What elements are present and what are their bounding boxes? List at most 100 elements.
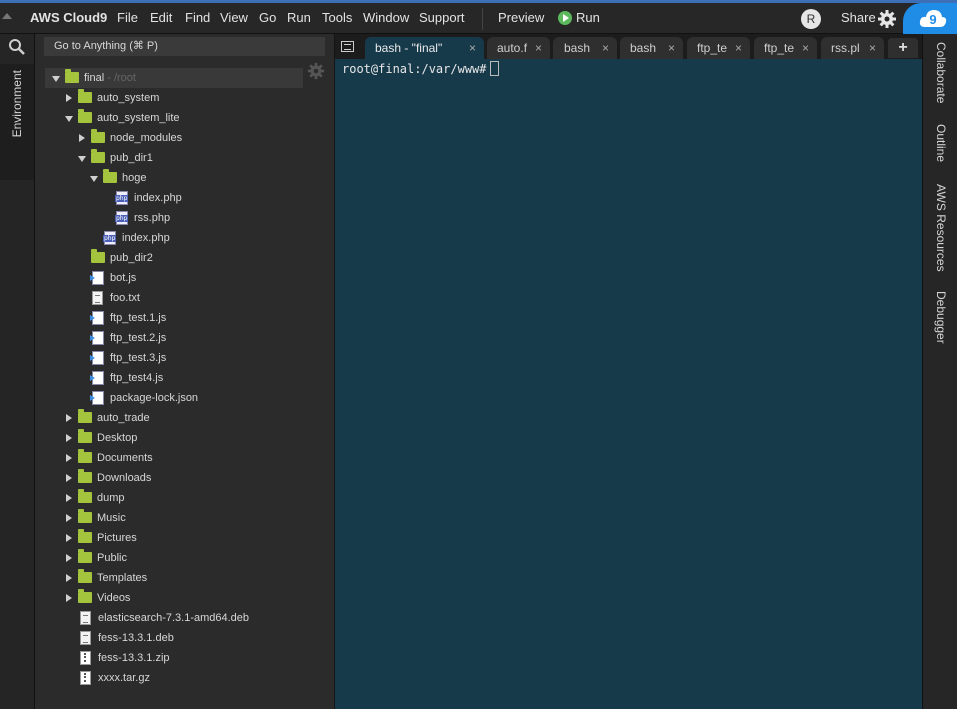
- expanded-arrow-icon[interactable]: [78, 156, 86, 162]
- collapsed-arrow-icon[interactable]: [66, 414, 72, 422]
- search-icon[interactable]: [8, 38, 26, 56]
- tab-close-icon[interactable]: ×: [869, 37, 876, 59]
- tab-outline[interactable]: Outline: [934, 124, 948, 162]
- collapsed-arrow-icon[interactable]: [66, 574, 72, 582]
- tree-item[interactable]: fess-13.3.1.deb: [35, 628, 335, 648]
- tree-item-label: auto_system_lite: [97, 112, 180, 124]
- tab-label: ftp_te: [697, 41, 728, 55]
- menu-go[interactable]: Go: [259, 3, 276, 34]
- tree-item[interactable]: Public: [35, 548, 335, 568]
- tab-close-icon[interactable]: ×: [602, 37, 609, 59]
- tab-debugger[interactable]: Debugger: [934, 291, 948, 344]
- new-tab-button[interactable]: +: [888, 38, 918, 58]
- tree-item[interactable]: Music: [35, 508, 335, 528]
- menu-find[interactable]: Find: [185, 3, 210, 34]
- folder-icon: [78, 489, 92, 503]
- tab-bash-final[interactable]: bash - "final" ×: [365, 37, 484, 60]
- collapsed-arrow-icon[interactable]: [66, 454, 72, 462]
- tree-item[interactable]: Templates: [35, 568, 335, 588]
- tree-item[interactable]: dump: [35, 488, 335, 508]
- avatar[interactable]: R: [801, 9, 821, 29]
- tree-item[interactable]: package-lock.json: [35, 388, 335, 408]
- tree-item[interactable]: auto_system: [35, 88, 335, 108]
- tab-close-icon[interactable]: ×: [668, 37, 675, 59]
- tree-item-label: ftp_test.2.js: [110, 332, 167, 344]
- menu-file[interactable]: File: [117, 3, 138, 34]
- collapsed-arrow-icon[interactable]: [66, 534, 72, 542]
- menu-edit[interactable]: Edit: [150, 3, 172, 34]
- tab-label: bash: [564, 41, 591, 55]
- tree-item[interactable]: pub_dir1: [35, 148, 335, 168]
- collapsed-arrow-icon[interactable]: [66, 514, 72, 522]
- goto-anything-input[interactable]: Go to Anything (⌘ P): [44, 37, 325, 56]
- collapsed-arrow-icon[interactable]: [66, 474, 72, 482]
- tab-collaborate[interactable]: Collaborate: [934, 42, 948, 103]
- tree-item[interactable]: pub_dir2: [35, 248, 335, 268]
- tree-item[interactable]: foo.txt: [35, 288, 335, 308]
- tree-item[interactable]: xxxx.tar.gz: [35, 668, 335, 688]
- tab-bash[interactable]: bash ×: [553, 37, 617, 60]
- tree-item[interactable]: Videos: [35, 588, 335, 608]
- menu-support[interactable]: Support: [419, 3, 465, 34]
- file-icon: [80, 631, 91, 645]
- terminal-pane[interactable]: root@final:/var/www#: [335, 59, 922, 709]
- preview-button[interactable]: Preview: [498, 3, 544, 34]
- tree-item[interactable]: fess-13.3.1.zip: [35, 648, 335, 668]
- collapse-menu-icon[interactable]: [2, 13, 12, 19]
- expanded-arrow-icon[interactable]: [65, 116, 73, 122]
- cloud9-logo-icon[interactable]: 9: [903, 3, 957, 34]
- tree-item[interactable]: ftp_test4.js: [35, 368, 335, 388]
- tree-item[interactable]: rss.php: [35, 208, 335, 228]
- collapsed-arrow-icon[interactable]: [66, 434, 72, 442]
- tree-item[interactable]: elasticsearch-7.3.1-amd64.deb: [35, 608, 335, 628]
- tab-close-icon[interactable]: ×: [469, 37, 476, 59]
- tree-item[interactable]: ftp_test.1.js: [35, 308, 335, 328]
- tab-aws-resources[interactable]: AWS Resources: [934, 184, 948, 272]
- collapsed-arrow-icon[interactable]: [79, 134, 85, 142]
- expanded-arrow-icon[interactable]: [90, 176, 98, 182]
- menu-run[interactable]: Run: [287, 3, 311, 34]
- tab-bash[interactable]: bash ×: [620, 37, 683, 60]
- tree-item[interactable]: Downloads: [35, 468, 335, 488]
- tree-item[interactable]: auto_system_lite: [35, 108, 335, 128]
- tab-close-icon[interactable]: ×: [802, 37, 809, 59]
- folder-icon: [78, 529, 92, 543]
- app-logo[interactable]: AWS Cloud9: [30, 3, 107, 34]
- tree-item[interactable]: ftp_test.2.js: [35, 328, 335, 348]
- run-play-icon[interactable]: [558, 11, 572, 25]
- tree-root-row[interactable]: final - /root: [35, 68, 335, 88]
- tab-rss[interactable]: rss.pl ×: [821, 37, 884, 60]
- tab-close-icon[interactable]: ×: [535, 37, 542, 59]
- tree-item[interactable]: bot.js: [35, 268, 335, 288]
- menu-window[interactable]: Window: [363, 3, 409, 34]
- tree-item[interactable]: Documents: [35, 448, 335, 468]
- menu-tools[interactable]: Tools: [322, 3, 352, 34]
- share-button[interactable]: Share: [841, 3, 876, 34]
- collapsed-arrow-icon[interactable]: [66, 94, 72, 102]
- menu-view[interactable]: View: [220, 3, 248, 34]
- tab-ftp-te[interactable]: ftp_te ×: [687, 37, 750, 60]
- run-button[interactable]: Run: [576, 3, 600, 34]
- tab-label: bash: [630, 41, 657, 55]
- tab-auto[interactable]: auto.f ×: [487, 37, 550, 60]
- tab-environment[interactable]: Environment: [0, 64, 34, 180]
- tab-label: ftp_te: [764, 41, 795, 55]
- tree-item-label: ftp_test4.js: [110, 372, 164, 384]
- tab-close-icon[interactable]: ×: [735, 37, 742, 59]
- collapsed-arrow-icon[interactable]: [66, 494, 72, 502]
- tree-item[interactable]: node_modules: [35, 128, 335, 148]
- tree-item[interactable]: hoge: [35, 168, 335, 188]
- tab-menu-icon[interactable]: [341, 41, 354, 52]
- tree-item[interactable]: Desktop: [35, 428, 335, 448]
- collapsed-arrow-icon[interactable]: [66, 554, 72, 562]
- tree-item[interactable]: index.php: [35, 228, 335, 248]
- expanded-arrow-icon[interactable]: [52, 76, 60, 82]
- tab-ftp-te[interactable]: ftp_te ×: [754, 37, 817, 60]
- collapsed-arrow-icon[interactable]: [66, 594, 72, 602]
- tree-item-label: fess-13.3.1.zip: [98, 652, 170, 664]
- tree-item[interactable]: auto_trade: [35, 408, 335, 428]
- tree-item[interactable]: Pictures: [35, 528, 335, 548]
- preferences-gear-icon[interactable]: [877, 9, 897, 29]
- tree-item[interactable]: ftp_test.3.js: [35, 348, 335, 368]
- tree-item[interactable]: index.php: [35, 188, 335, 208]
